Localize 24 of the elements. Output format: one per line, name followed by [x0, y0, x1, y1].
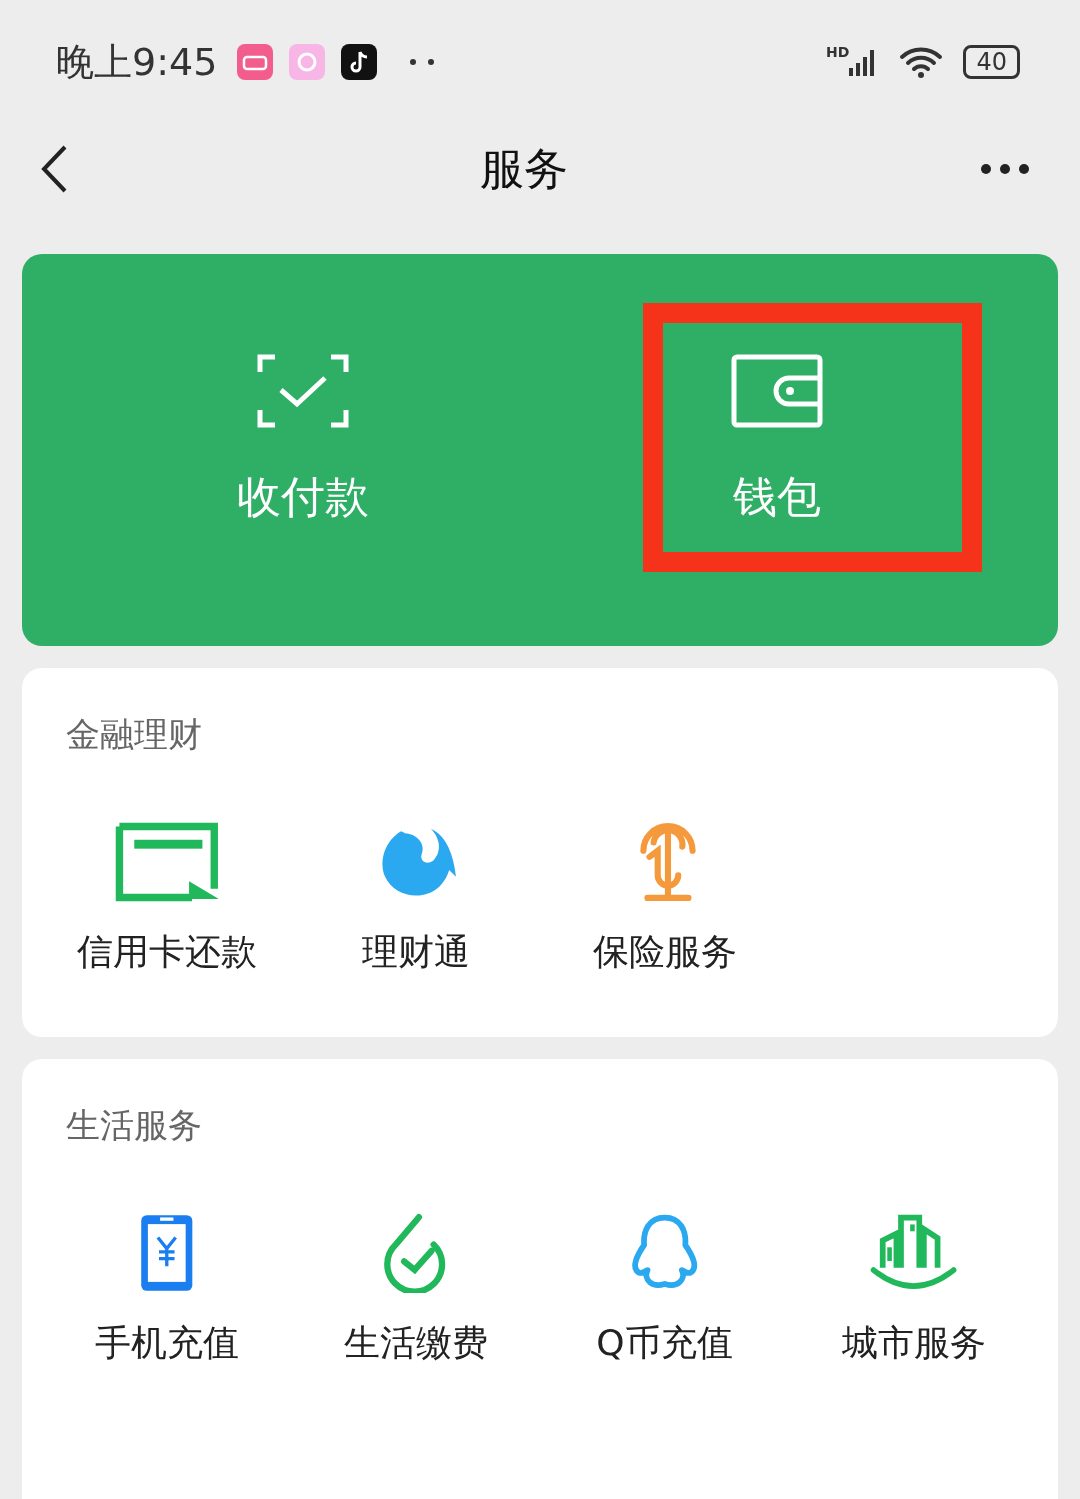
more-notifications-icon: [409, 58, 436, 66]
wifi-icon: [899, 45, 944, 79]
network-label: HD: [826, 44, 850, 60]
camera-app-icon: [289, 44, 326, 80]
service-item[interactable]: 保险服务: [540, 822, 789, 977]
service-item[interactable]: 理财通: [291, 822, 540, 977]
more-icon[interactable]: [980, 163, 1030, 175]
app-icon: [237, 44, 274, 80]
back-icon[interactable]: [40, 144, 68, 194]
battery-indicator: 40: [963, 45, 1020, 79]
card-icon: [114, 822, 219, 902]
service-item[interactable]: Q币充值: [540, 1213, 789, 1368]
scan-check-icon: [257, 353, 349, 428]
music-note-app-icon: [341, 44, 378, 80]
service-item[interactable]: 手机充值: [42, 1213, 291, 1368]
status-time: 晚上9:45: [56, 38, 218, 86]
section-title: 金融理财: [66, 713, 203, 756]
service-item[interactable]: 城市服务: [789, 1213, 1038, 1368]
service-item[interactable]: 生活缴费: [291, 1213, 540, 1368]
wallet-icon: [731, 353, 823, 428]
service-item[interactable]: 信用卡还款: [42, 822, 291, 977]
page-title: 服务: [480, 141, 568, 196]
phone-yuan-icon: [138, 1213, 195, 1293]
section-title: 生活服务: [66, 1104, 203, 1147]
